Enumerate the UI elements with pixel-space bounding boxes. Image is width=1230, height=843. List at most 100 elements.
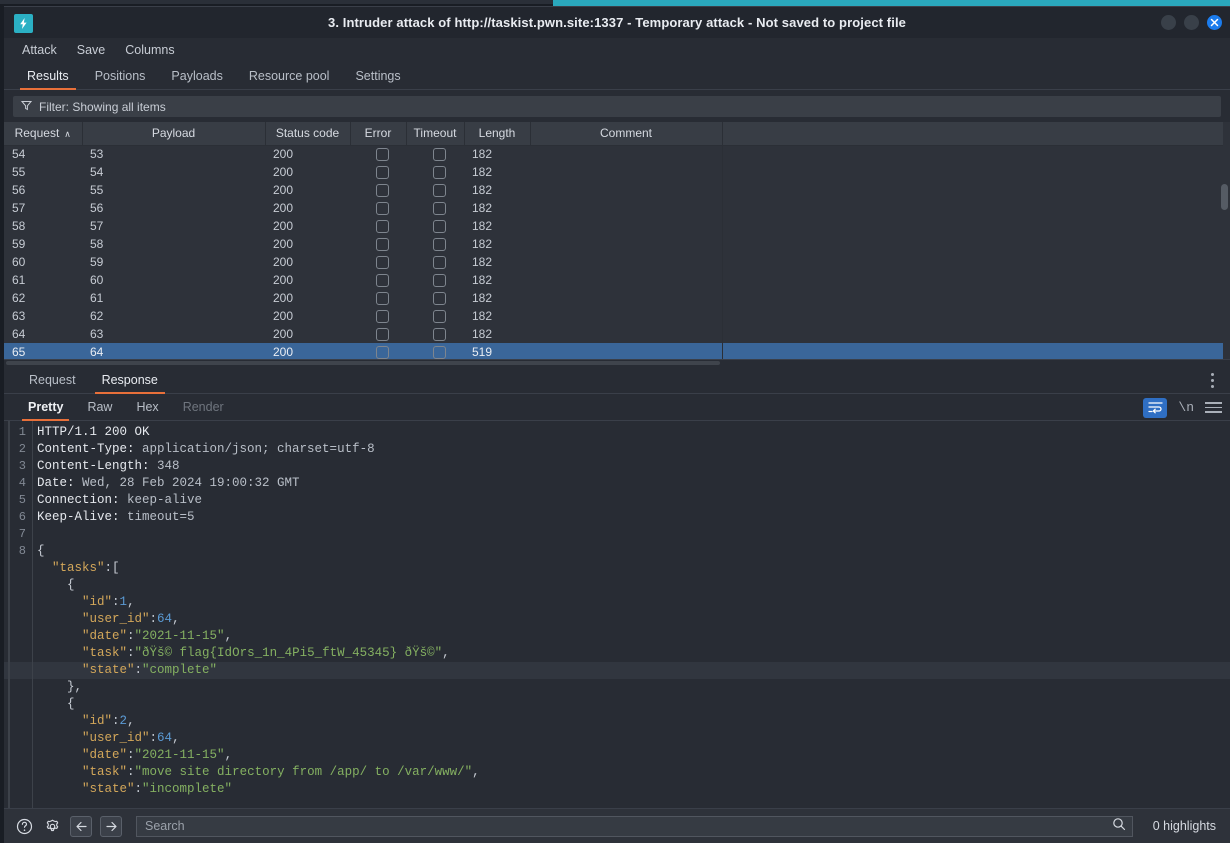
cell-error[interactable] xyxy=(350,235,406,253)
column-header-error[interactable]: Error xyxy=(350,122,407,146)
table-row[interactable]: 64 63 200 182 xyxy=(4,325,1223,343)
cell-error[interactable] xyxy=(350,253,406,271)
word-wrap-icon[interactable] xyxy=(1143,397,1168,418)
cell-error[interactable] xyxy=(350,307,406,325)
kebab-menu-icon[interactable] xyxy=(1204,370,1220,390)
cell-timeout[interactable] xyxy=(406,163,464,181)
cell-error[interactable] xyxy=(350,145,406,163)
table-row[interactable]: 55 54 200 182 xyxy=(4,163,1223,181)
tab-settings[interactable]: Settings xyxy=(342,62,413,89)
cell-timeout[interactable] xyxy=(406,199,464,217)
table-row[interactable]: 54 53 200 182 xyxy=(4,145,1223,163)
cell-timeout[interactable] xyxy=(406,325,464,343)
table-row[interactable]: 60 59 200 182 xyxy=(4,253,1223,271)
view-hex[interactable]: Hex xyxy=(124,394,170,420)
tab-positions[interactable]: Positions xyxy=(82,62,159,89)
checkbox-icon[interactable] xyxy=(375,274,389,288)
results-scrollbar-track[interactable] xyxy=(1219,146,1228,358)
search-field[interactable] xyxy=(136,815,1133,837)
cell-request: 56 xyxy=(12,183,26,197)
cell-timeout[interactable] xyxy=(406,181,464,199)
minimize-button[interactable] xyxy=(1161,15,1176,30)
tab-response[interactable]: Response xyxy=(89,366,171,394)
cell-timeout[interactable] xyxy=(406,307,464,325)
checkbox-icon[interactable] xyxy=(375,328,389,342)
magnifier-icon[interactable] xyxy=(1112,817,1126,836)
table-row[interactable]: 58 57 200 182 xyxy=(4,217,1223,235)
checkbox-icon[interactable] xyxy=(375,148,389,162)
checkbox-icon[interactable] xyxy=(432,256,446,270)
cell-error[interactable] xyxy=(350,217,406,235)
response-viewer[interactable]: 1 HTTP/1.1 200 OK 2 Content-Type: applicati… xyxy=(4,421,1230,808)
table-row[interactable]: 59 58 200 182 xyxy=(4,235,1223,253)
tab-request[interactable]: Request xyxy=(16,366,89,393)
column-header-comment[interactable]: Comment xyxy=(530,122,723,146)
checkbox-icon[interactable] xyxy=(375,202,389,216)
checkbox-icon[interactable] xyxy=(432,274,446,288)
menu-attack[interactable]: Attack xyxy=(14,40,65,60)
cell-length: 182 xyxy=(472,309,493,323)
column-header-timeout[interactable]: Timeout xyxy=(406,122,465,146)
checkbox-icon[interactable] xyxy=(432,166,446,180)
table-row[interactable]: 61 60 200 182 xyxy=(4,271,1223,289)
checkbox-icon[interactable] xyxy=(432,202,446,216)
table-row[interactable]: 56 55 200 182 xyxy=(4,181,1223,199)
close-button[interactable] xyxy=(1207,15,1222,30)
checkbox-icon[interactable] xyxy=(375,256,389,270)
checkbox-icon[interactable] xyxy=(432,310,446,324)
cell-timeout[interactable] xyxy=(406,235,464,253)
table-row[interactable]: 63 62 200 182 xyxy=(4,307,1223,325)
tab-results[interactable]: Results xyxy=(14,62,82,90)
cell-timeout[interactable] xyxy=(406,217,464,235)
results-scrollbar-thumb[interactable] xyxy=(1221,184,1228,210)
cell-error[interactable] xyxy=(350,271,406,289)
cell-error[interactable] xyxy=(350,325,406,343)
checkbox-icon[interactable] xyxy=(375,166,389,180)
cell-status-code: 200 xyxy=(273,147,294,162)
cell-timeout[interactable] xyxy=(406,271,464,289)
cell-error[interactable] xyxy=(350,289,406,307)
cell-error[interactable] xyxy=(350,163,406,181)
gear-icon[interactable] xyxy=(42,816,62,836)
checkbox-icon[interactable] xyxy=(432,184,446,198)
checkbox-icon[interactable] xyxy=(375,346,389,360)
column-header-status-code[interactable]: Status code xyxy=(265,122,351,146)
code-text: { xyxy=(32,696,75,713)
tab-payloads[interactable]: Payloads xyxy=(158,62,235,89)
newline-toggle-icon[interactable]: \n xyxy=(1178,400,1194,415)
hamburger-menu-icon[interactable] xyxy=(1205,402,1222,413)
checkbox-icon[interactable] xyxy=(375,184,389,198)
checkbox-icon[interactable] xyxy=(375,220,389,234)
checkbox-icon[interactable] xyxy=(375,238,389,252)
maximize-button[interactable] xyxy=(1184,15,1199,30)
checkbox-icon[interactable] xyxy=(432,346,446,360)
cell-timeout[interactable] xyxy=(406,145,464,163)
filter-bar[interactable]: Filter: Showing all items xyxy=(13,96,1221,117)
checkbox-icon[interactable] xyxy=(432,220,446,234)
menu-save[interactable]: Save xyxy=(69,40,114,60)
table-row[interactable]: 62 61 200 182 xyxy=(4,289,1223,307)
cell-error[interactable] xyxy=(350,199,406,217)
checkbox-icon[interactable] xyxy=(432,292,446,306)
cell-timeout[interactable] xyxy=(406,289,464,307)
checkbox-icon[interactable] xyxy=(432,328,446,342)
checkbox-icon[interactable] xyxy=(432,148,446,162)
column-header-request[interactable]: Request ∧ xyxy=(4,122,83,146)
arrow-left-icon[interactable] xyxy=(70,815,92,837)
column-header-payload[interactable]: Payload xyxy=(82,122,266,146)
arrow-right-icon[interactable] xyxy=(100,815,122,837)
tab-resource-pool[interactable]: Resource pool xyxy=(236,62,343,89)
menu-columns[interactable]: Columns xyxy=(117,40,182,60)
cell-timeout[interactable] xyxy=(406,253,464,271)
search-input[interactable] xyxy=(145,819,1112,833)
checkbox-icon[interactable] xyxy=(375,310,389,324)
cell-error[interactable] xyxy=(350,181,406,199)
column-header-length[interactable]: Length xyxy=(464,122,531,146)
view-raw[interactable]: Raw xyxy=(75,394,124,420)
view-pretty[interactable]: Pretty xyxy=(16,394,75,421)
help-circle-icon[interactable] xyxy=(14,816,34,836)
checkbox-icon[interactable] xyxy=(432,238,446,252)
table-row[interactable]: 57 56 200 182 xyxy=(4,199,1223,217)
checkbox-icon[interactable] xyxy=(375,292,389,306)
results-horizontal-scrollbar[interactable] xyxy=(6,361,720,365)
